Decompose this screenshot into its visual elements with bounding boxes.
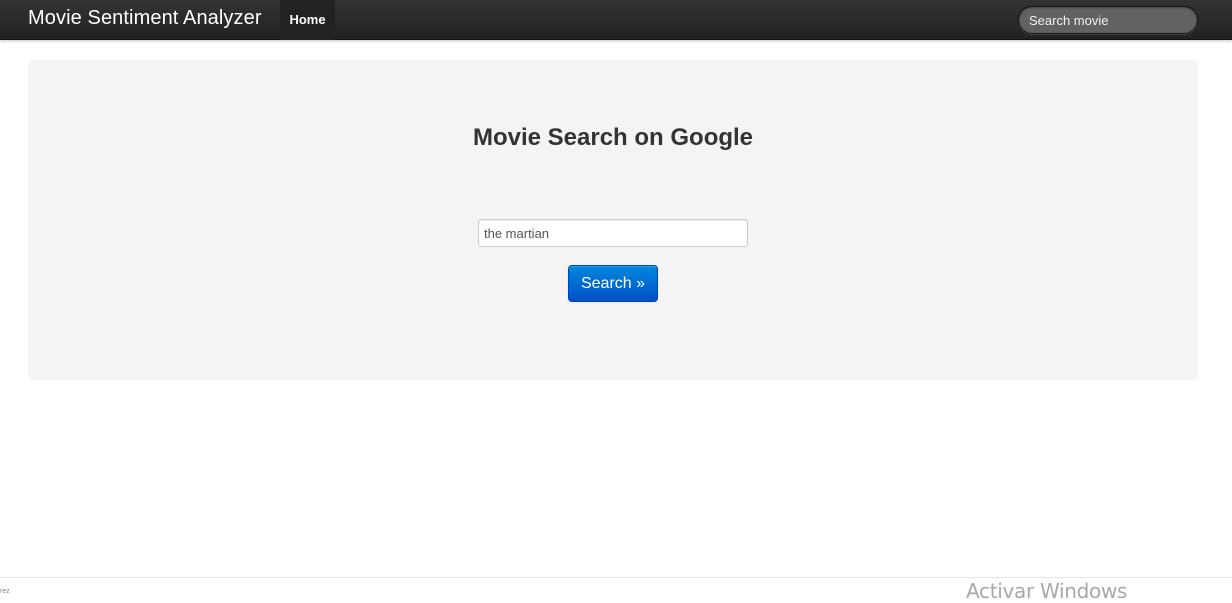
navbar-search-input[interactable]	[1018, 6, 1198, 34]
footer-divider	[0, 577, 1232, 578]
movie-search-input[interactable]	[478, 219, 748, 247]
footer-text: rez	[0, 588, 10, 595]
top-navbar: Movie Sentiment Analyzer Home	[0, 0, 1232, 40]
brand-link[interactable]: Movie Sentiment Analyzer	[28, 6, 262, 30]
search-hero-panel: Movie Search on Google Search »	[28, 60, 1198, 380]
search-button[interactable]: Search »	[568, 265, 658, 302]
windows-activation-watermark: Activar Windows	[966, 579, 1128, 603]
page-title: Movie Search on Google	[472, 124, 754, 151]
nav-home-link[interactable]: Home	[280, 0, 335, 40]
